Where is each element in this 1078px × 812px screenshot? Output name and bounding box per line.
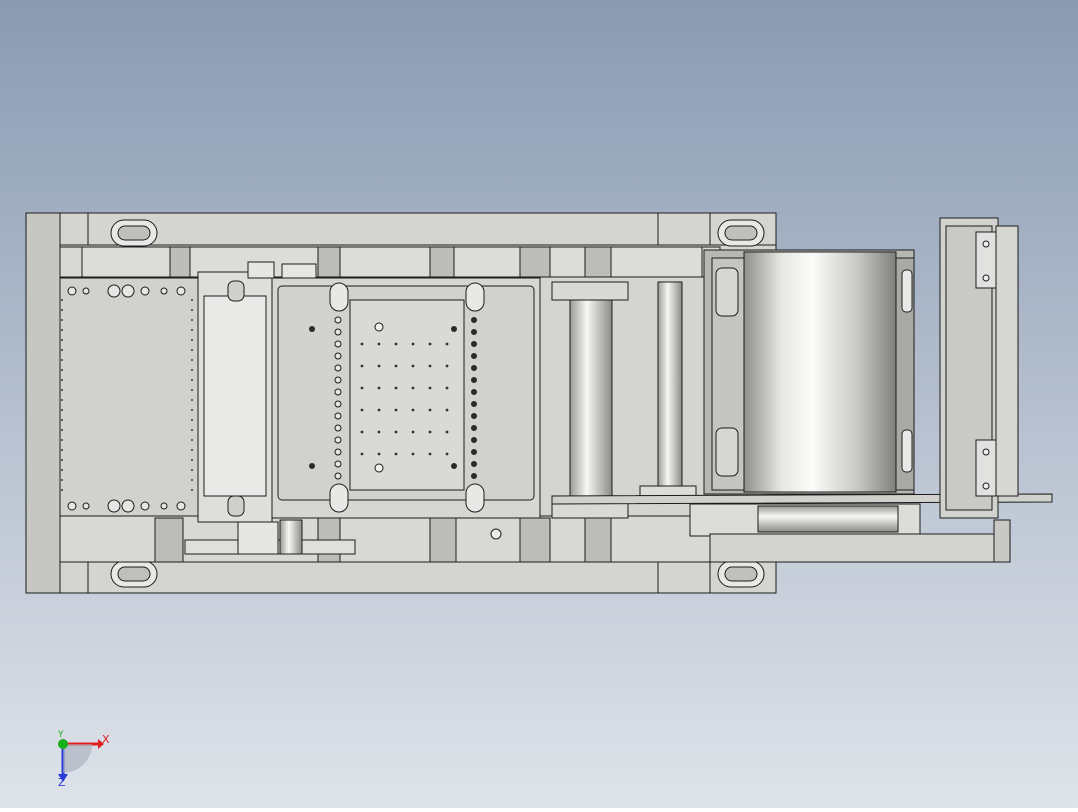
base-left-rail xyxy=(25,212,61,594)
guide-rod-2 xyxy=(657,281,683,493)
triad-x-label: X xyxy=(102,733,110,746)
triad-y-label: Y xyxy=(58,730,64,740)
left-perforated-panel xyxy=(59,277,199,517)
feed-drum xyxy=(743,251,897,493)
guide-rod-1 xyxy=(569,297,613,505)
assembly-model[interactable] xyxy=(25,212,1053,594)
3d-viewport[interactable]: X Y Z xyxy=(0,0,1078,808)
graphics-area[interactable] xyxy=(0,0,1078,808)
triad-z-label: Z xyxy=(58,776,66,789)
